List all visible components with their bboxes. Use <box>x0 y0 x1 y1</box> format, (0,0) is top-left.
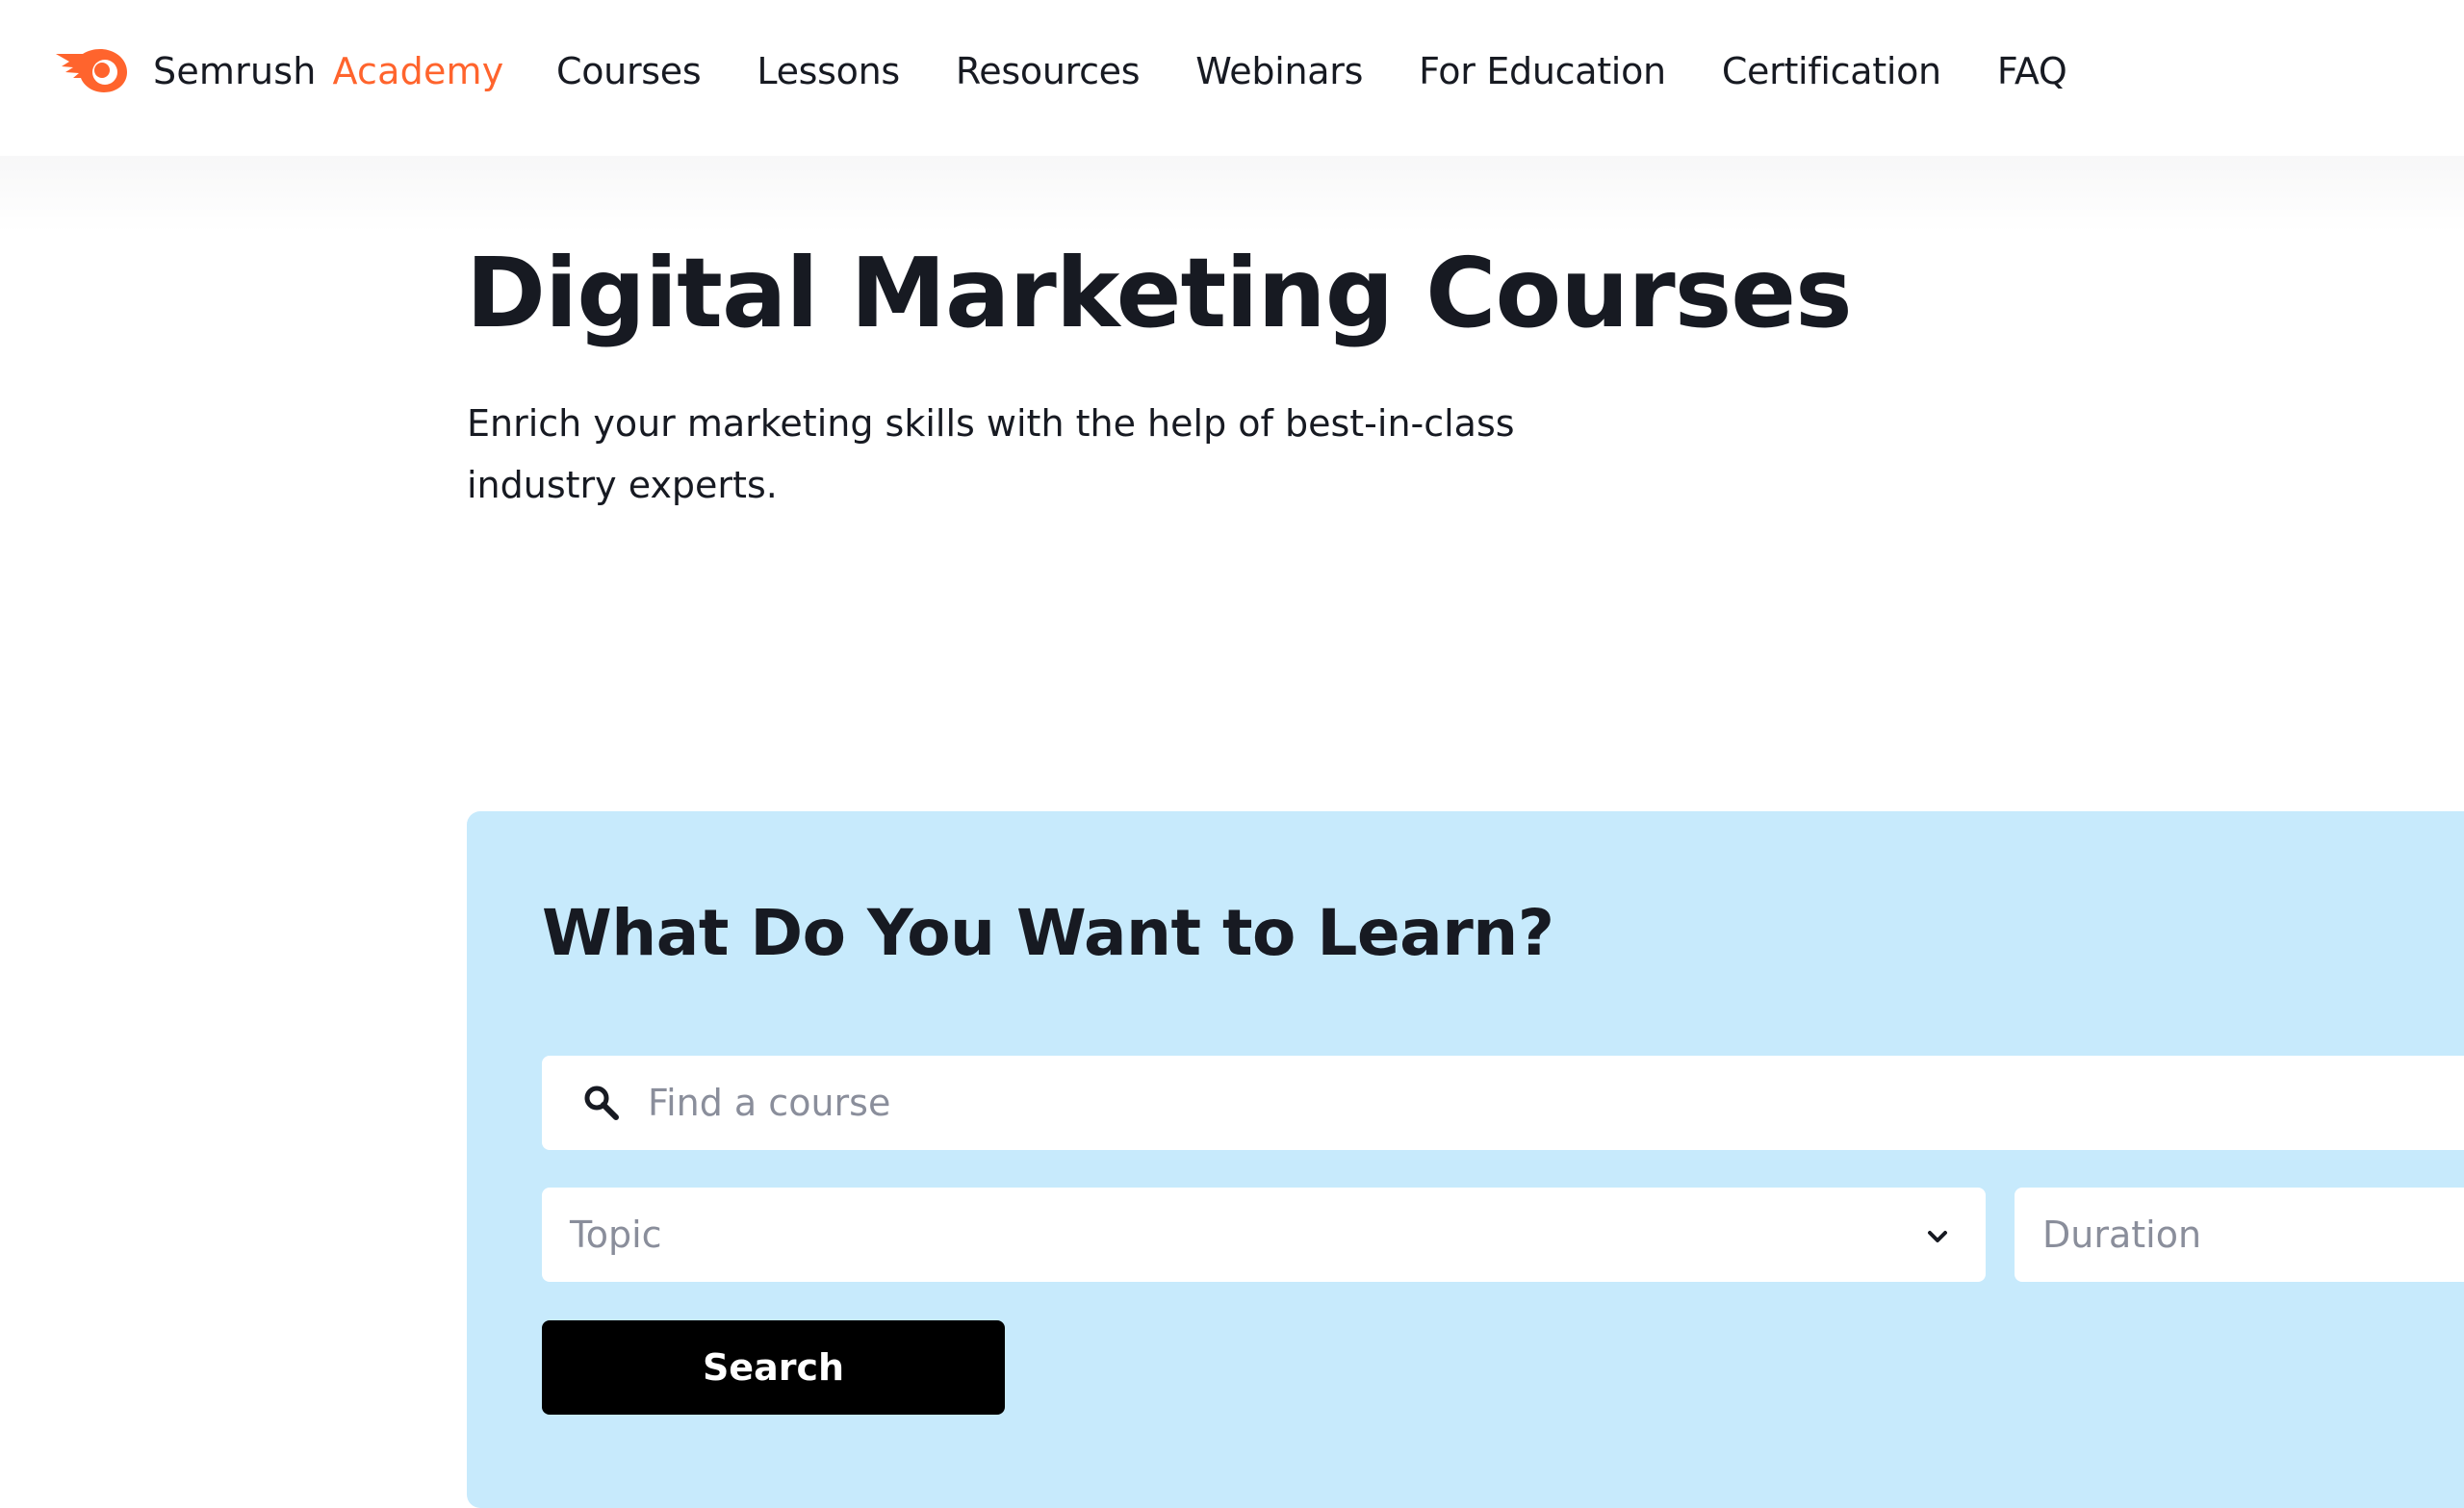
brand-logo-link[interactable]: Semrush Academy <box>54 40 503 102</box>
main-nav: Courses Lessons Resources Webinars For E… <box>556 40 2123 102</box>
search-box[interactable] <box>542 1056 2464 1150</box>
chevron-down-icon <box>1928 1231 1947 1242</box>
brand-academy: Academy <box>332 50 504 92</box>
course-search-panel: What Do You Want to Learn? Topic Duratio… <box>467 811 2464 1508</box>
search-panel-title: What Do You Want to Learn? <box>542 896 1554 970</box>
nav-item-certification[interactable]: Certification <box>1722 50 1941 92</box>
nav-item-resources[interactable]: Resources <box>956 50 1141 92</box>
nav-item-lessons[interactable]: Lessons <box>757 50 900 92</box>
duration-select[interactable]: Duration <box>2015 1188 2464 1282</box>
search-icon <box>584 1086 619 1120</box>
page-subtitle: Enrich your marketing skills with the he… <box>467 402 1515 506</box>
duration-label: Duration <box>2042 1214 2202 1256</box>
nav-item-for-education[interactable]: For Education <box>1419 50 1666 92</box>
topic-select[interactable]: Topic <box>542 1188 1986 1282</box>
hero-section: Digital Marketing Courses Enrich your ma… <box>0 156 2464 1508</box>
semrush-logo-icon <box>56 49 127 92</box>
nav-item-faq[interactable]: FAQ <box>1997 50 2067 92</box>
nav-item-courses[interactable]: Courses <box>556 50 702 92</box>
site-header: Semrush Academy Courses Lessons Resource… <box>0 0 2464 156</box>
search-button[interactable]: Search <box>542 1320 1005 1415</box>
page-title: Digital Marketing Courses <box>466 237 1853 349</box>
search-input[interactable] <box>646 1056 2455 1150</box>
brand-name: Semrush <box>153 50 317 92</box>
topic-label: Topic <box>570 1214 662 1256</box>
nav-item-webinars[interactable]: Webinars <box>1195 50 1363 92</box>
